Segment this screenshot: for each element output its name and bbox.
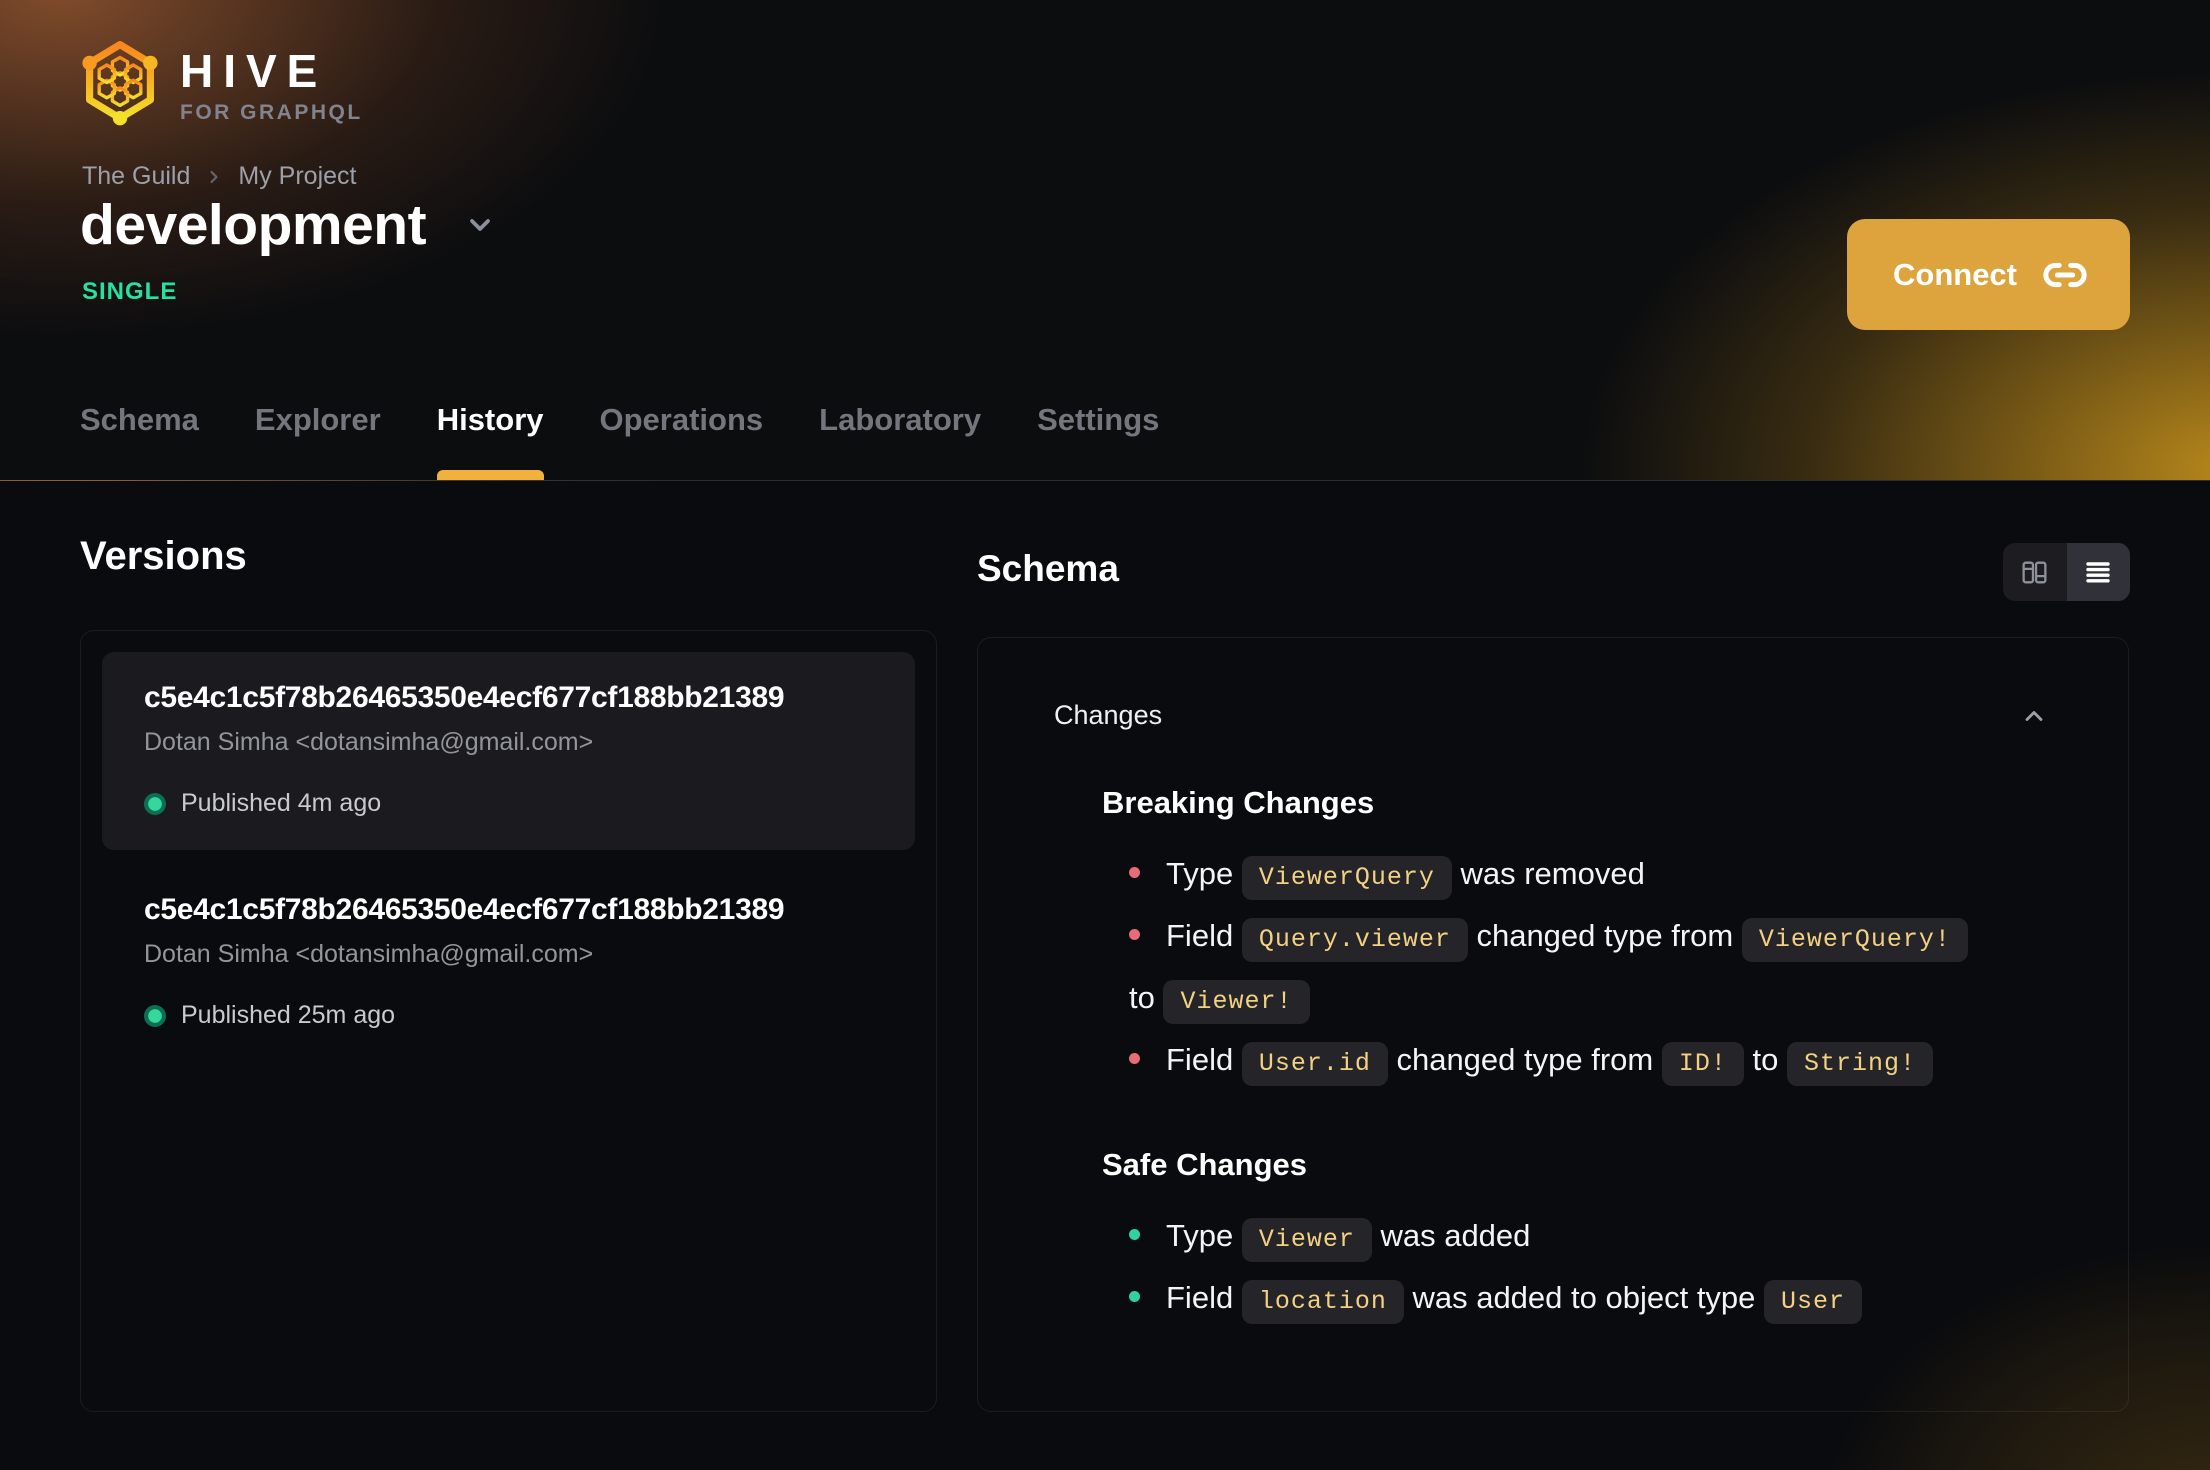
version-hash: c5e4c1c5f78b26465350e4ecf677cf188bb21389: [144, 893, 785, 926]
chevron-down-icon[interactable]: [464, 209, 496, 241]
split-view-button[interactable]: [2003, 543, 2067, 601]
published-dot-icon: [144, 1004, 166, 1027]
change-item: Field User.id changed type from ID! to S…: [1129, 1031, 1989, 1093]
change-item: Type Viewer was added: [1129, 1207, 1989, 1269]
schema-changes-panel: Changes Breaking Changes Type ViewerQuery…: [977, 637, 2129, 1412]
version-status: Published 4m ago: [144, 789, 873, 818]
logo-text: HIVE FOR GRAPHQL: [180, 36, 363, 123]
list-view-icon: [2086, 562, 2110, 583]
schema-token-chip: ViewerQuery!: [1741, 918, 1968, 962]
breadcrumb-project[interactable]: My Project: [238, 162, 356, 191]
version-author: Dotan Simha <dotansimha@gmail.com>: [144, 940, 594, 968]
changes-list: Type ViewerQuery was removed Field Query.…: [1102, 845, 2048, 1093]
hive-hexagon-icon: [82, 41, 158, 126]
version-hash: c5e4c1c5f78b26465350e4ecf677cf188bb21389: [144, 681, 785, 714]
brand-name: HIVE: [180, 45, 328, 97]
breadcrumb-org[interactable]: The Guild: [82, 162, 190, 191]
change-item: Type ViewerQuery was removed: [1129, 845, 1989, 907]
safe-bullet-icon: [1129, 1229, 1140, 1241]
changes-body: Breaking Changes Type ViewerQuery was rem…: [978, 785, 2128, 1331]
tab-settings[interactable]: Settings: [1037, 402, 1159, 480]
breaking-bullet-icon: [1129, 929, 1140, 941]
schema-token-chip: Viewer: [1241, 1218, 1372, 1262]
change-item: Field location was added to object type …: [1129, 1269, 1989, 1331]
changes-label: Changes: [1054, 700, 1163, 730]
published-dot-icon: [144, 792, 166, 815]
tabs: Schema Explorer History Operations Laborator…: [80, 402, 1159, 480]
breaking-bullet-icon: [1129, 867, 1140, 879]
changes-list: Type Viewer was added Field location was …: [1102, 1207, 2048, 1331]
schema-token-chip: location: [1241, 1280, 1404, 1324]
page-title: development: [80, 193, 427, 257]
page-background: HIVE FOR GRAPHQL The Guild My Project de…: [0, 0, 2210, 1470]
view-mode-toggle: [2003, 543, 2130, 601]
connect-button-label: Connect: [1893, 256, 2017, 292]
version-card[interactable]: c5e4c1c5f78b26465350e4ecf677cf188bb21389…: [102, 652, 915, 850]
schema-token-chip: Viewer!: [1163, 980, 1310, 1024]
hive-logo[interactable]: HIVE FOR GRAPHQL: [80, 36, 363, 130]
tab-laboratory[interactable]: Laboratory: [819, 402, 981, 480]
changes-section-safe: Safe Changes Type Viewer was added Field l…: [1102, 1147, 2048, 1331]
schema-token-chip: User.id: [1241, 1042, 1388, 1086]
target-title-row: development: [80, 194, 496, 257]
target-type-badge: SINGLE: [82, 278, 178, 305]
split-view-icon: [2022, 561, 2047, 583]
chevron-up-icon[interactable]: [2020, 702, 2048, 730]
versions-list: c5e4c1c5f78b26465350e4ecf677cf188bb21389…: [80, 630, 937, 1412]
header: HIVE FOR GRAPHQL The Guild My Project de…: [0, 0, 2210, 481]
safe-bullet-icon: [1129, 1291, 1140, 1303]
breadcrumb: The Guild My Project: [82, 162, 356, 191]
schema-heading: Schema: [977, 548, 1119, 589]
tab-history[interactable]: History: [436, 402, 544, 480]
brand-tagline: FOR GRAPHQL: [180, 101, 363, 124]
chevron-right-icon: [204, 167, 224, 187]
changes-section-title: Safe Changes: [1102, 1147, 1308, 1182]
changes-section-title: Breaking Changes: [1102, 785, 1375, 820]
versions-heading: Versions: [80, 534, 247, 578]
schema-token-chip: String!: [1786, 1042, 1933, 1086]
changes-header[interactable]: Changes: [978, 638, 2128, 731]
tab-explorer[interactable]: Explorer: [255, 402, 381, 480]
tab-schema[interactable]: Schema: [80, 402, 199, 480]
version-author: Dotan Simha <dotansimha@gmail.com>: [144, 728, 594, 756]
version-card[interactable]: c5e4c1c5f78b26465350e4ecf677cf188bb21389…: [102, 864, 915, 1062]
list-view-button[interactable]: [2066, 543, 2130, 601]
breaking-bullet-icon: [1129, 1053, 1140, 1065]
schema-token-chip: Query.viewer: [1241, 918, 1468, 962]
connect-button[interactable]: Connect: [1847, 219, 2130, 330]
schema-token-chip: User: [1764, 1280, 1863, 1324]
schema-token-chip: ID!: [1661, 1042, 1744, 1086]
changes-section-breaking: Breaking Changes Type ViewerQuery was rem…: [1102, 785, 2048, 1093]
link-icon: [2043, 262, 2087, 287]
version-status-text: Published 4m ago: [181, 789, 382, 817]
version-status-text: Published 25m ago: [181, 1001, 396, 1029]
change-item: Field Query.viewer changed type from Vie…: [1129, 907, 1989, 1031]
tab-operations[interactable]: Operations: [600, 402, 764, 480]
schema-token-chip: ViewerQuery: [1241, 856, 1452, 900]
version-status: Published 25m ago: [144, 1001, 873, 1030]
